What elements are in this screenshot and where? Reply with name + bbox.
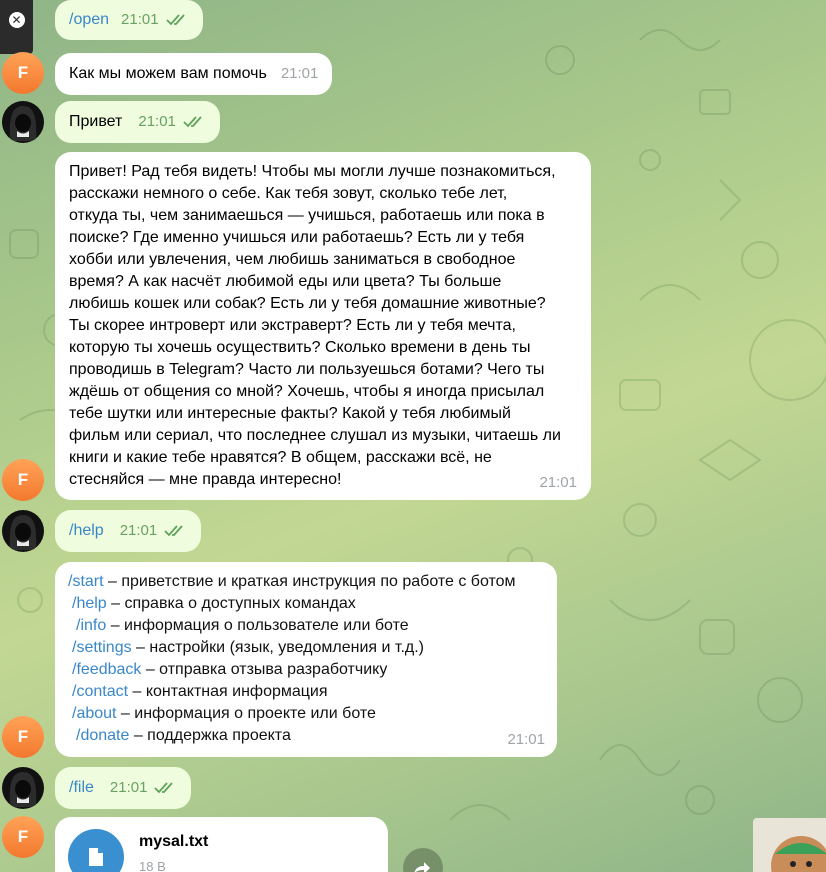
command-link[interactable]: /settings: [72, 639, 132, 656]
message-incoming[interactable]: Привет! Рад тебя видеть! Чтобы мы могли …: [55, 152, 591, 500]
command-link[interactable]: /start: [68, 573, 104, 590]
close-icon: ✕: [8, 12, 25, 28]
avatar[interactable]: F: [2, 816, 44, 858]
avatar[interactable]: [2, 510, 44, 552]
command-item: /settings – настройки (язык, уведомления…: [72, 639, 424, 656]
message-time: 21:01: [109, 779, 148, 796]
message-text: Как мы можем вам помочь: [69, 65, 267, 82]
avatar[interactable]: F: [2, 459, 44, 501]
message-text: Привет: [69, 113, 123, 130]
command-item: /info – информация о пользователе или бо…: [76, 617, 409, 634]
hooded-figure-icon: [9, 772, 37, 807]
forward-arrow-icon: [414, 862, 430, 872]
command-link[interactable]: /info: [76, 617, 106, 634]
hooded-figure-icon: [9, 515, 37, 550]
command-link[interactable]: /about: [72, 705, 116, 722]
message-text[interactable]: /help: [69, 520, 104, 542]
avatar[interactable]: F: [2, 716, 44, 758]
message-outgoing[interactable]: /help 21:01: [55, 510, 202, 552]
message-time: 21:01: [119, 522, 158, 539]
file-name: mysal.txt: [139, 833, 209, 850]
document-icon: [89, 848, 103, 866]
avatar[interactable]: F: [2, 52, 44, 94]
forward-button[interactable]: [403, 848, 443, 872]
message-time: 21:01: [539, 474, 577, 491]
message-outgoing[interactable]: /open 21:01: [55, 0, 203, 40]
command-item: /donate – поддержка проекта: [76, 727, 291, 744]
message-incoming[interactable]: /start – приветствие и краткая инструкци…: [55, 562, 557, 757]
message-incoming[interactable]: Как мы можем вам помочь 21:01: [55, 53, 333, 95]
read-checkmarks-icon: [183, 116, 202, 128]
avatar[interactable]: [2, 101, 44, 143]
message-time: 21:01: [507, 731, 545, 748]
command-item: /start – приветствие и краткая инструкци…: [68, 573, 516, 590]
read-checkmarks-icon: [165, 13, 185, 25]
close-panel-button[interactable]: ✕: [0, 0, 33, 54]
avatar[interactable]: [2, 767, 44, 809]
command-link[interactable]: /feedback: [72, 661, 141, 678]
chat-area[interactable]: ✕ /open 21:01 F Как мы можем вам помочь …: [0, 0, 826, 872]
command-link[interactable]: /contact: [72, 683, 128, 700]
file-message[interactable]: mysal.txt 18 B: [55, 817, 388, 872]
message-time: 21:01: [138, 113, 176, 130]
message-outgoing[interactable]: /file 21:01: [55, 767, 192, 809]
sticker-thumbnail[interactable]: [753, 818, 826, 872]
read-checkmarks-icon: [154, 782, 174, 794]
file-download-button[interactable]: [68, 829, 124, 872]
message-time: 21:01: [121, 10, 159, 28]
message-time: 21:01: [280, 65, 319, 82]
command-link[interactable]: /donate: [76, 727, 129, 744]
message-outgoing[interactable]: Привет 21:01: [55, 101, 220, 143]
command-link[interactable]: /help: [72, 595, 107, 612]
command-item: /feedback – отправка отзыва разработчику: [72, 661, 388, 678]
command-list: /start – приветствие и краткая инструкци…: [68, 571, 544, 747]
read-checkmarks-icon: [164, 525, 183, 537]
command-item: /contact – контактная информация: [72, 683, 328, 700]
cartoon-face-icon: [771, 836, 826, 872]
hooded-figure-icon: [9, 106, 37, 141]
file-size: 18 B: [139, 859, 166, 872]
command-item: /about – информация о проекте или боте: [72, 705, 376, 722]
message-text[interactable]: /file: [69, 777, 94, 799]
message-text: Привет! Рад тебя видеть! Чтобы мы могли …: [69, 163, 561, 488]
message-text[interactable]: /open: [69, 9, 109, 31]
command-item: /help – справка о доступных командах: [72, 595, 356, 612]
